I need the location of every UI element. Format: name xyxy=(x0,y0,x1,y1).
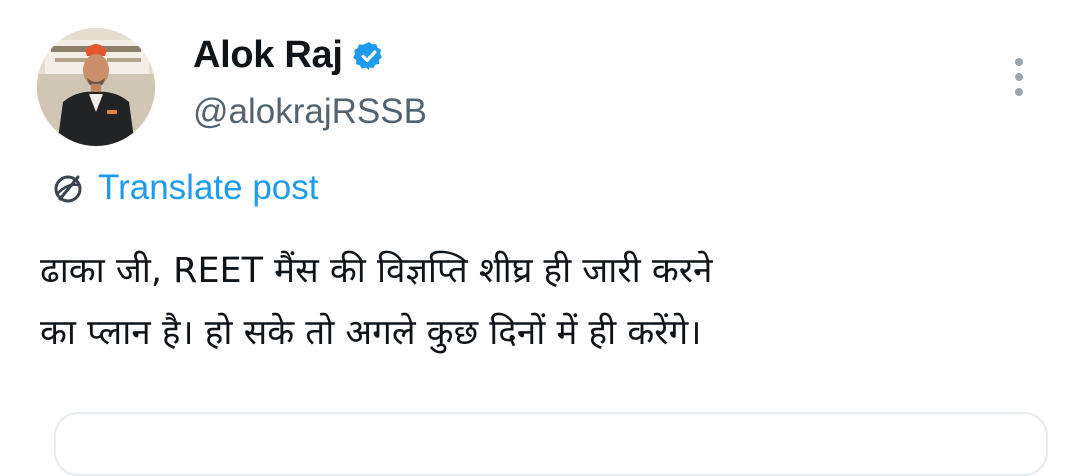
avatar[interactable] xyxy=(37,28,155,146)
embedded-card[interactable] xyxy=(54,412,1048,476)
tweet-text: ढाका जी, REET मैंस की विज्ञप्ति शीघ्र ही… xyxy=(40,240,1060,364)
verified-badge-icon xyxy=(352,41,382,70)
translate-globe-icon xyxy=(54,175,82,203)
tweet-text-line-1: ढाका जी, REET मैंस की विज्ञप्ति शीघ्र ही… xyxy=(40,251,713,291)
author-row: Alok Raj xyxy=(193,34,385,77)
handle[interactable]: @alokrajRSSB xyxy=(193,92,427,132)
display-name[interactable]: Alok Raj xyxy=(193,34,343,77)
avatar-photo xyxy=(37,28,155,146)
translate-post-label: Translate post xyxy=(98,168,319,207)
tweet-text-line-2: का प्लान है। हो सके तो अगले कुछ दिनों मे… xyxy=(40,313,702,353)
translate-post-button[interactable]: Translate post xyxy=(48,168,318,208)
more-vertical-icon[interactable] xyxy=(1008,56,1030,98)
